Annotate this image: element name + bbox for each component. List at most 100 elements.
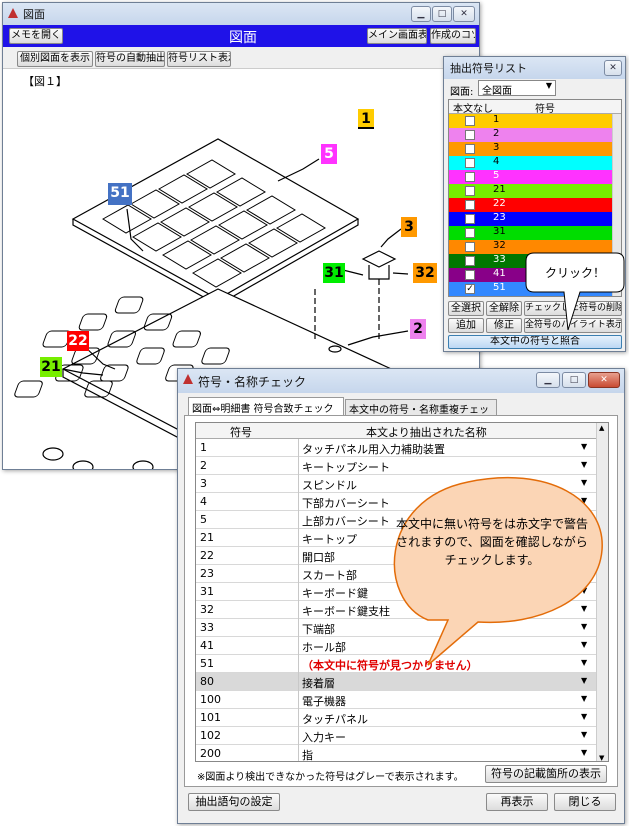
chevron-down-icon[interactable]: ▼ (581, 712, 587, 721)
row-checkbox[interactable] (465, 200, 475, 210)
table-row[interactable]: 101 タッチパネル ▼ (196, 709, 598, 727)
edit-button[interactable]: 修正 (486, 318, 522, 333)
chevron-down-icon[interactable]: ▼ (581, 694, 587, 703)
col-symbol-header: 符号 (535, 104, 555, 115)
select-all-button[interactable]: 全選択 (448, 301, 484, 316)
row-checkbox[interactable] (465, 256, 475, 266)
list-row[interactable]: 22 (449, 198, 614, 212)
row-symbol: 41 (493, 268, 506, 279)
table-row[interactable]: 200 指 ▼ (196, 745, 598, 762)
row-checkbox[interactable] (465, 172, 475, 182)
memo-button[interactable]: メモを開く (9, 28, 63, 44)
column-divider (298, 547, 299, 565)
list-row[interactable]: 2 (449, 128, 614, 142)
chevron-down-icon[interactable]: ▼ (581, 676, 587, 685)
main-screen-button[interactable]: メイン画面表示 (367, 28, 427, 44)
main-titlebar[interactable]: 図面 ▁ □ ✕ (3, 3, 479, 25)
list-row[interactable]: 3 (449, 142, 614, 156)
list-row[interactable]: 31 (449, 226, 614, 240)
row-checkbox[interactable] (465, 144, 475, 154)
cell-symbol: 80 (200, 675, 214, 688)
deselect-all-button[interactable]: 全解除 (486, 301, 522, 316)
column-divider (298, 475, 299, 493)
scroll-down-icon[interactable]: ▼ (599, 754, 604, 761)
list-close-icon[interactable]: ✕ (604, 60, 622, 76)
row-checkbox[interactable]: ✓ (465, 284, 475, 294)
row-checkbox[interactable] (465, 158, 475, 168)
cell-name: 指 (302, 749, 313, 762)
tab-symbol-match[interactable]: 図面⇔明細書 符号合致チェック (188, 397, 344, 415)
column-divider (298, 601, 299, 619)
col-none-header: 本文なし (453, 104, 493, 115)
list-row[interactable]: 1 (449, 114, 614, 128)
drawing-label-31: 31 (323, 263, 345, 283)
minimize-icon[interactable]: ▁ (411, 6, 431, 22)
tab-auto-extract[interactable]: 符号の自動抽出 (95, 51, 165, 67)
chevron-down-icon[interactable]: ▼ (581, 730, 587, 739)
check-close-icon[interactable]: ✕ (588, 372, 620, 388)
table-row[interactable]: 102 入力キー ▼ (196, 727, 598, 745)
column-divider (298, 511, 299, 529)
cell-name: 下部カバーシート (302, 497, 390, 510)
cell-name: スピンドル (302, 479, 357, 492)
close-button[interactable]: 閉じる (554, 793, 616, 811)
table-row[interactable]: 80 接着層 ▼ (196, 673, 598, 691)
cell-symbol: 3 (200, 477, 207, 490)
scroll-up-icon[interactable]: ▲ (599, 424, 604, 432)
close-icon[interactable]: ✕ (453, 6, 475, 22)
cell-name: キーボード鍵支柱 (302, 605, 390, 618)
list-row[interactable]: 4 (449, 156, 614, 170)
cell-name: 上部カバーシート (302, 515, 390, 528)
tab-duplicate-check[interactable]: 本文中の符号・名称重複チェック (345, 399, 497, 431)
cell-symbol: 200 (200, 747, 221, 760)
filter-select[interactable]: 全図面 ▼ (478, 80, 556, 97)
table-row[interactable]: 100 電子機器 ▼ (196, 691, 598, 709)
cell-name: タッチパネル用入力補助装置 (302, 443, 445, 456)
row-checkbox[interactable] (465, 270, 475, 280)
drawing-label-32: 32 (413, 263, 437, 283)
table-row[interactable]: 1 タッチパネル用入力補助装置 ▼ (196, 439, 598, 457)
cell-name: 下端部 (302, 623, 335, 636)
check-minimize-icon[interactable]: ▁ (536, 372, 560, 388)
row-checkbox[interactable] (465, 186, 475, 196)
list-row[interactable]: 21 (449, 184, 614, 198)
column-divider (298, 565, 299, 583)
main-callout-text: 本文中に無い符号をは赤文字で警告されますので、図面を確認しながらチェックします。 (395, 517, 588, 567)
cell-symbol: 102 (200, 729, 221, 742)
cell-symbol: 101 (200, 711, 221, 724)
row-checkbox[interactable] (465, 116, 475, 126)
chevron-down-icon[interactable]: ▼ (581, 442, 587, 451)
chevron-down-icon[interactable]: ▼ (581, 460, 587, 469)
list-header: 本文なし 符号 (449, 100, 621, 115)
tips-button[interactable]: 作成のコツ (430, 28, 476, 44)
add-button[interactable]: 追加 (448, 318, 484, 333)
settings-button[interactable]: 抽出語句の設定 (188, 793, 280, 811)
row-symbol: 23 (493, 212, 506, 223)
filter-select-value: 全図面 (482, 86, 512, 97)
row-checkbox[interactable] (465, 214, 475, 224)
row-checkbox[interactable] (465, 130, 475, 140)
row-symbol: 51 (493, 282, 506, 293)
list-row[interactable]: 5 (449, 170, 614, 184)
check-titlebar[interactable]: 符号・名称チェック ▁ □ ✕ (178, 369, 624, 393)
cell-symbol: 31 (200, 585, 214, 598)
locations-button[interactable]: 符号の記載箇所の表示 (485, 765, 607, 783)
row-checkbox[interactable] (465, 228, 475, 238)
tab-symbol-list[interactable]: 符号リスト表示 (167, 51, 231, 67)
redisplay-button[interactable]: 再表示 (486, 793, 548, 811)
column-divider (298, 673, 299, 691)
row-symbol: 3 (493, 142, 500, 153)
check-maximize-icon[interactable]: □ (562, 372, 586, 388)
tab-individual-drawing[interactable]: 個別図面を表示 (17, 51, 93, 67)
column-divider (298, 691, 299, 709)
main-toolbar: 個別図面を表示 符号の自動抽出 符号リスト表示 (3, 47, 479, 69)
maximize-icon[interactable]: □ (432, 6, 452, 22)
col-symbol-header-check: 符号 (230, 426, 252, 439)
chevron-down-icon[interactable]: ▼ (581, 748, 587, 757)
click-callout-shape (525, 252, 625, 331)
column-divider (298, 727, 299, 745)
cell-symbol: 100 (200, 693, 221, 706)
list-row[interactable]: 23 (449, 212, 614, 226)
row-checkbox[interactable] (465, 242, 475, 252)
list-titlebar[interactable]: 抽出符号リスト ✕ (444, 57, 625, 79)
